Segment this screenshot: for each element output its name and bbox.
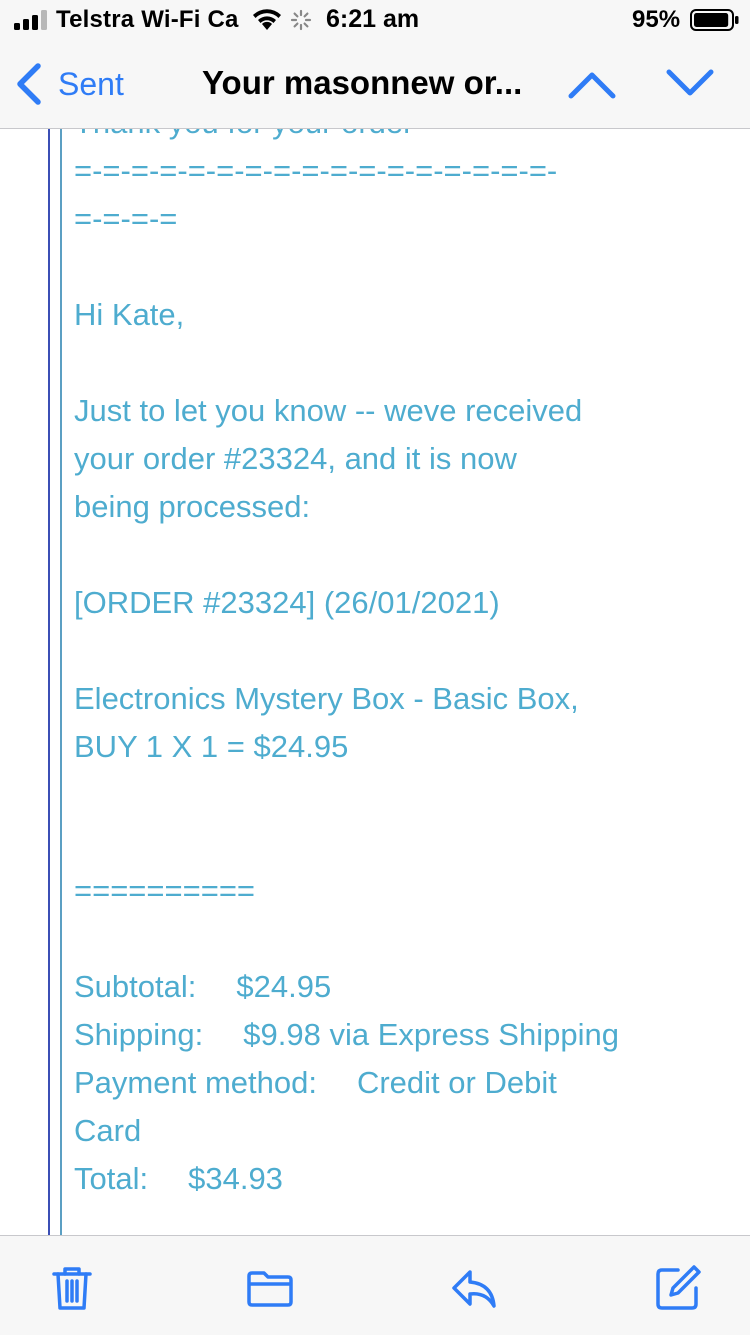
move-to-folder-button[interactable] xyxy=(246,1264,294,1312)
payment-value: Credit or Debit xyxy=(356,1065,557,1100)
payment-value-continued: Card xyxy=(74,1113,142,1148)
subtotal-row: Subtotal: $24.95 xyxy=(74,963,724,1011)
order-item-line: Electronics Mystery Box - Basic Box, xyxy=(74,681,579,716)
battery-icon xyxy=(690,9,739,31)
intro-text-line: Just to let you know -- weve received xyxy=(74,393,583,428)
shipping-label: Shipping: xyxy=(74,1017,204,1052)
trash-button[interactable] xyxy=(48,1264,96,1312)
total-row: Total: $34.93 xyxy=(74,1155,724,1203)
signal-icon xyxy=(14,10,47,30)
intro-text-line: your order #23324, and it is now xyxy=(74,441,517,476)
trash-icon xyxy=(52,1267,92,1310)
compose-button[interactable] xyxy=(654,1264,702,1312)
activity-spinner-icon xyxy=(290,9,312,31)
divider-line-continued: =-=-=-= xyxy=(74,201,178,236)
bottom-toolbar xyxy=(0,1235,750,1335)
divider-line: =-=-=-=-=-=-=-=-=-=-=-=-=-=-=-=-=- xyxy=(74,153,558,188)
totals-divider: ========== xyxy=(74,873,256,908)
quote-bar-outer xyxy=(48,129,50,1235)
reply-icon xyxy=(452,1270,496,1308)
previous-message-button[interactable] xyxy=(566,64,618,104)
shipping-value: $9.98 via Express Shipping xyxy=(243,1017,619,1052)
email-body[interactable]: Thank you for your order =-=-=-=-=-=-=-=… xyxy=(0,129,750,1235)
chevron-up-icon xyxy=(568,72,616,99)
quoted-message: Thank you for your order =-=-=-=-=-=-=-=… xyxy=(74,129,724,1203)
carrier-name: Telstra Wi-Fi Ca xyxy=(56,6,239,33)
next-message-button[interactable] xyxy=(664,64,716,104)
greeting: Hi Kate, xyxy=(74,297,185,332)
wifi-icon xyxy=(253,9,281,30)
chevron-down-icon xyxy=(666,69,714,96)
folder-icon xyxy=(247,1271,293,1307)
back-button-label: Sent xyxy=(58,65,124,102)
clock-time: 6:21 am xyxy=(326,5,420,33)
shipping-row: Shipping: $9.98 via Express Shipping xyxy=(74,1011,724,1059)
chevron-left-icon xyxy=(17,63,41,105)
subtotal-value: $24.95 xyxy=(236,969,332,1004)
payment-row: Payment method: Credit or Debit xyxy=(74,1059,724,1107)
status-bar: Telstra Wi-Fi Ca 6:21 am 95% xyxy=(0,0,750,40)
order-item-line: BUY 1 X 1 = $24.95 xyxy=(74,729,349,764)
quote-bar-inner xyxy=(60,129,62,1235)
intro-text-line: being processed: xyxy=(74,489,311,524)
subtotal-label: Subtotal: xyxy=(74,969,197,1004)
back-button[interactable]: Sent xyxy=(14,62,124,106)
navigation-bar: Sent Your masonnew or... xyxy=(0,40,750,129)
total-label: Total: xyxy=(74,1161,149,1196)
partial-heading-line: Thank you for your order xyxy=(74,129,724,147)
payment-label: Payment method: xyxy=(74,1065,317,1100)
total-value: $34.93 xyxy=(188,1161,283,1196)
order-header: [ORDER #23324] (26/01/2021) xyxy=(74,585,500,620)
reply-button[interactable] xyxy=(450,1264,498,1312)
message-subject-title: Your masonnew or... xyxy=(202,64,523,101)
compose-icon xyxy=(656,1265,701,1310)
battery-percentage: 95% xyxy=(632,6,681,33)
